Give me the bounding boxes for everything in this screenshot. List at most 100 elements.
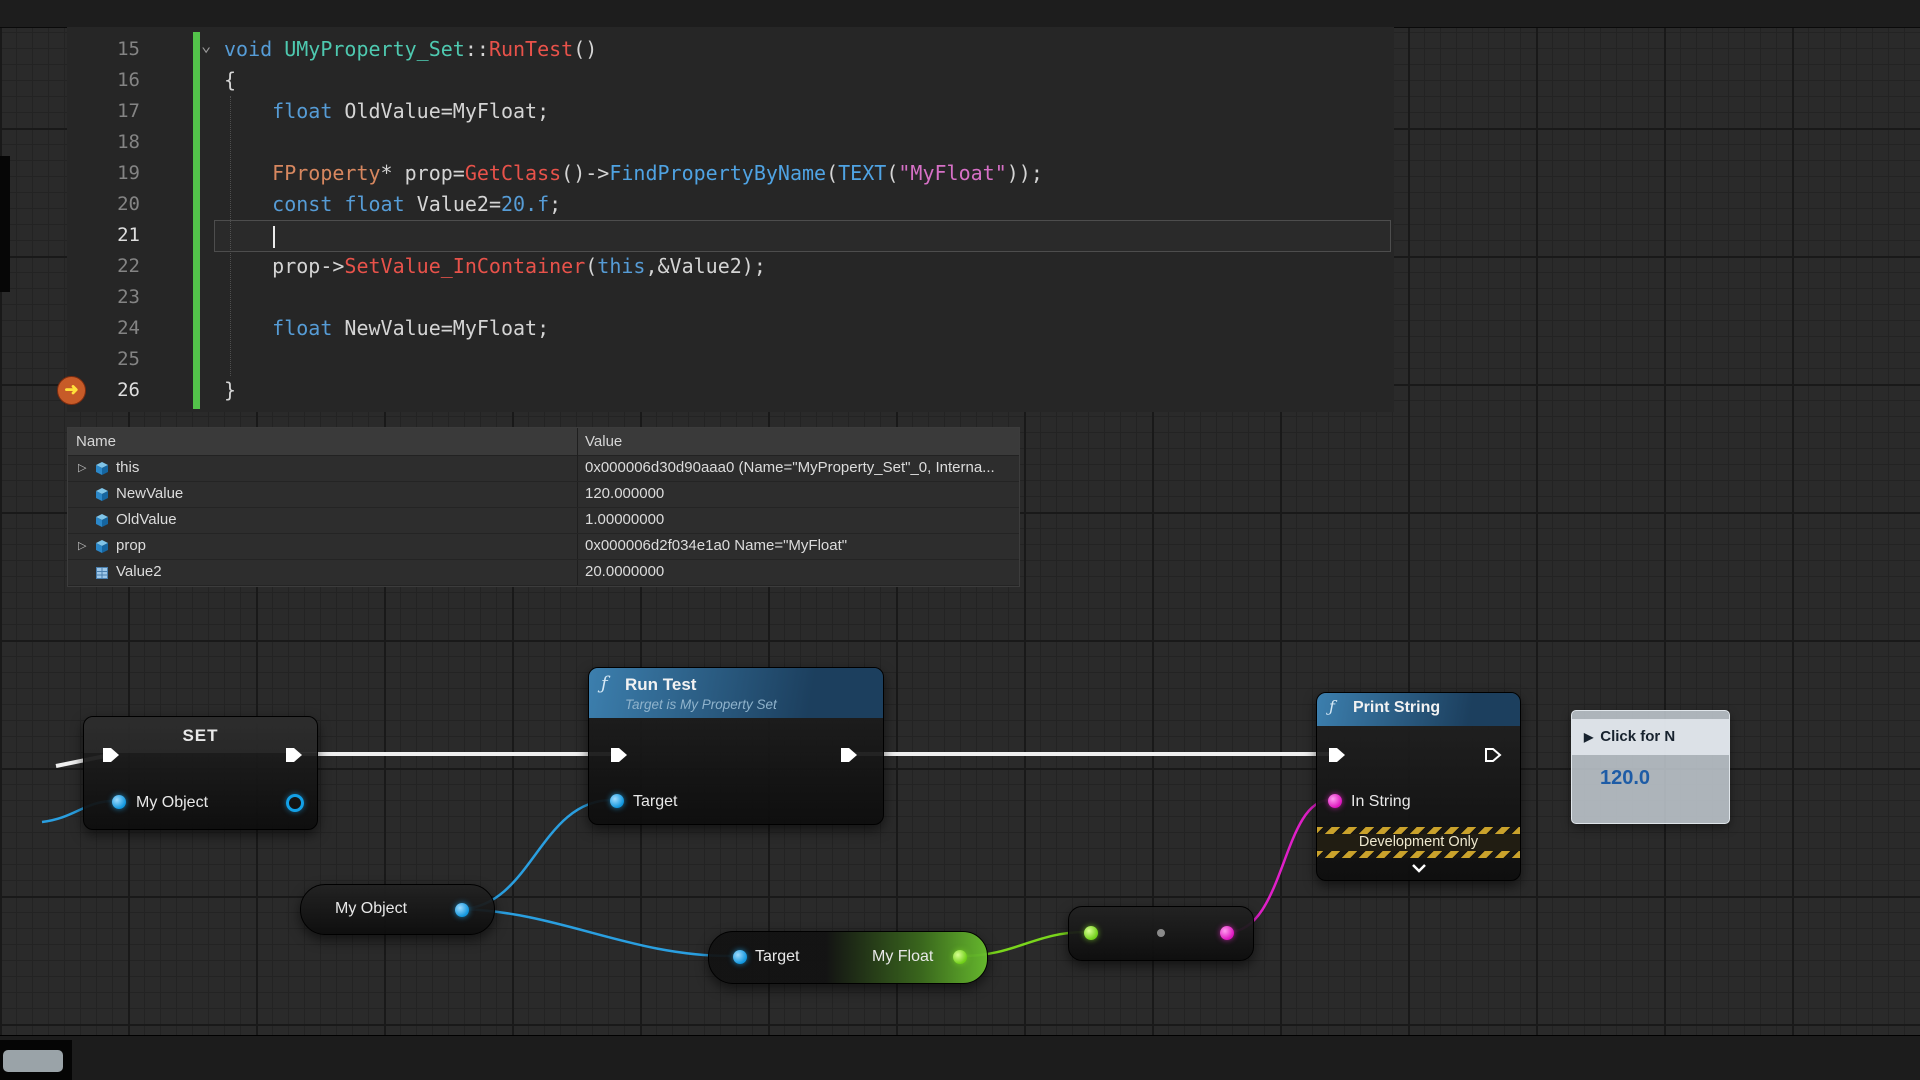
float-to-string-conversion-node[interactable] — [1068, 906, 1254, 961]
variable-value: 1.00000000 — [585, 507, 1015, 533]
line-number: 17 — [67, 96, 140, 127]
target-input-pin[interactable] — [610, 794, 624, 808]
my-float-label: My Float — [872, 948, 933, 966]
line-number: 16 — [67, 65, 140, 96]
code-line: 21 — [67, 220, 1394, 251]
line-number: 25 — [67, 344, 140, 375]
code-token — [224, 192, 272, 216]
code-token: OldValue=MyFloat; — [332, 99, 549, 123]
my-object-input-label: My Object — [136, 794, 208, 812]
conversion-input-pin[interactable] — [1084, 926, 1098, 940]
execution-pointer-icon[interactable]: ➜ — [57, 376, 86, 405]
column-header-value: Value — [585, 428, 622, 455]
watch-row[interactable]: OldValue 1.00000000 — [68, 507, 1019, 534]
print-string-node[interactable]: ƒ Print String In String Development Onl… — [1316, 692, 1521, 881]
exec-out-pin[interactable] — [284, 746, 304, 764]
line-number: 20 — [67, 189, 140, 220]
my-object-output-pin[interactable] — [286, 794, 304, 812]
exec-in-pin[interactable] — [609, 746, 629, 764]
code-token: SetValue_InContainer — [344, 254, 585, 278]
code-token: GetClass — [465, 161, 561, 185]
run-test-title: Run Test — [625, 675, 696, 695]
wire-myobject-to-target — [462, 909, 730, 956]
my-float-getter-node[interactable]: Target My Float — [708, 931, 988, 984]
cube-variable-icon — [94, 486, 110, 502]
code-token: () — [573, 37, 597, 61]
code-token: * prop= — [381, 161, 465, 185]
my-object-getter-node[interactable]: My Object — [300, 884, 495, 935]
bubble-header[interactable]: ▶Click for N — [1572, 719, 1729, 755]
watch-panel[interactable]: Name Value ▷this0x000006d30d90aaa0 (Name… — [67, 427, 1020, 587]
horizontal-scrollbar-thumb[interactable] — [3, 1050, 63, 1072]
code-token — [224, 316, 272, 340]
code-editor[interactable]: 15⌄void UMyProperty_Set::RunTest()16{17 … — [67, 27, 1394, 412]
code-token: ,&Value2); — [645, 254, 765, 278]
column-header-name: Name — [76, 428, 116, 455]
target-input-label: Target — [633, 793, 677, 811]
bubble-label: Click for N — [1600, 728, 1675, 745]
code-token: { — [224, 68, 236, 92]
exec-in-pin[interactable] — [101, 746, 121, 764]
cube-variable-icon — [94, 460, 110, 476]
in-string-input-label: In String — [1351, 793, 1411, 811]
run-test-subtitle: Target is My Property Set — [625, 697, 777, 712]
run-test-node[interactable]: ƒ Run Test Target is My Property Set Tar… — [588, 667, 884, 825]
code-token: RunTest — [489, 37, 573, 61]
debug-value-bubble[interactable]: ▶Click for N 120.0 — [1571, 710, 1730, 824]
watch-row[interactable]: NewValue 120.000000 — [68, 481, 1019, 508]
sheet-variable-icon — [94, 564, 110, 580]
bubble-value: 120.0 — [1600, 767, 1650, 790]
code-token: float — [344, 192, 404, 216]
code-token: "MyFloat" — [898, 161, 1006, 185]
left-black-strip — [0, 156, 10, 292]
expand-chevron-icon[interactable] — [1317, 860, 1520, 878]
line-number: 19 — [67, 158, 140, 189]
watch-row[interactable]: ▷prop0x000006d2f034e1a0 Name="MyFloat" — [68, 533, 1019, 560]
exec-out-pin[interactable] — [839, 746, 859, 764]
line-number: 15 — [67, 34, 140, 65]
code-line: 25 — [67, 344, 1394, 375]
code-token: this — [597, 254, 645, 278]
code-line: 16 { — [67, 65, 1394, 96]
code-token: float — [272, 99, 332, 123]
target-input-pin[interactable] — [733, 950, 747, 964]
watch-row[interactable]: ▷this0x000006d30d90aaa0 (Name="MyPropert… — [68, 455, 1019, 482]
code-line: 15⌄void UMyProperty_Set::RunTest() — [67, 34, 1394, 65]
conversion-output-pin[interactable] — [1220, 926, 1234, 940]
my-object-output-pin[interactable] — [455, 903, 469, 917]
expand-triangle-icon[interactable]: ▷ — [78, 455, 86, 481]
development-only-banner: Development Only — [1317, 827, 1520, 858]
my-float-output-pin[interactable] — [953, 950, 967, 964]
blueprint-canvas[interactable]: SET My Object ƒ Run Test Target is My Pr… — [0, 0, 1920, 1080]
variable-value: 0x000006d30d90aaa0 (Name="MyProperty_Set… — [585, 455, 1015, 481]
code-line: 20 const float Value2=20.f; — [67, 189, 1394, 220]
text-caret — [273, 226, 275, 248]
variable-value: 120.000000 — [585, 481, 1015, 507]
development-only-text: Development Only — [1317, 834, 1520, 851]
code-token: TEXT — [838, 161, 886, 185]
cube-variable-icon — [94, 538, 110, 554]
variable-name: NewValue — [116, 481, 183, 507]
watch-header: Name Value — [68, 428, 1019, 456]
code-token: float — [272, 316, 332, 340]
code-token: prop-> — [224, 254, 344, 278]
fold-chevron-icon[interactable]: ⌄ — [201, 31, 211, 62]
code-token: 20.f — [501, 192, 549, 216]
set-node[interactable]: SET My Object — [83, 716, 318, 830]
variable-name: prop — [116, 533, 146, 559]
expand-triangle-icon[interactable]: ▷ — [78, 533, 86, 559]
run-test-header: ƒ Run Test Target is My Property Set — [589, 668, 883, 718]
line-number: 23 — [67, 282, 140, 313]
in-string-input-pin[interactable] — [1328, 794, 1342, 808]
line-number: 22 — [67, 251, 140, 282]
code-token: ( — [826, 161, 838, 185]
exec-in-pin[interactable] — [1327, 746, 1347, 764]
code-line: 19 FProperty* prop=GetClass()->FindPrope… — [67, 158, 1394, 189]
code-token: FProperty — [272, 161, 380, 185]
code-token: )); — [1007, 161, 1043, 185]
watch-row[interactable]: Value220.0000000 — [68, 559, 1019, 586]
my-object-input-pin[interactable] — [112, 795, 126, 809]
code-token: ( — [886, 161, 898, 185]
variable-name: OldValue — [116, 507, 177, 533]
exec-out-pin[interactable] — [1483, 746, 1503, 764]
